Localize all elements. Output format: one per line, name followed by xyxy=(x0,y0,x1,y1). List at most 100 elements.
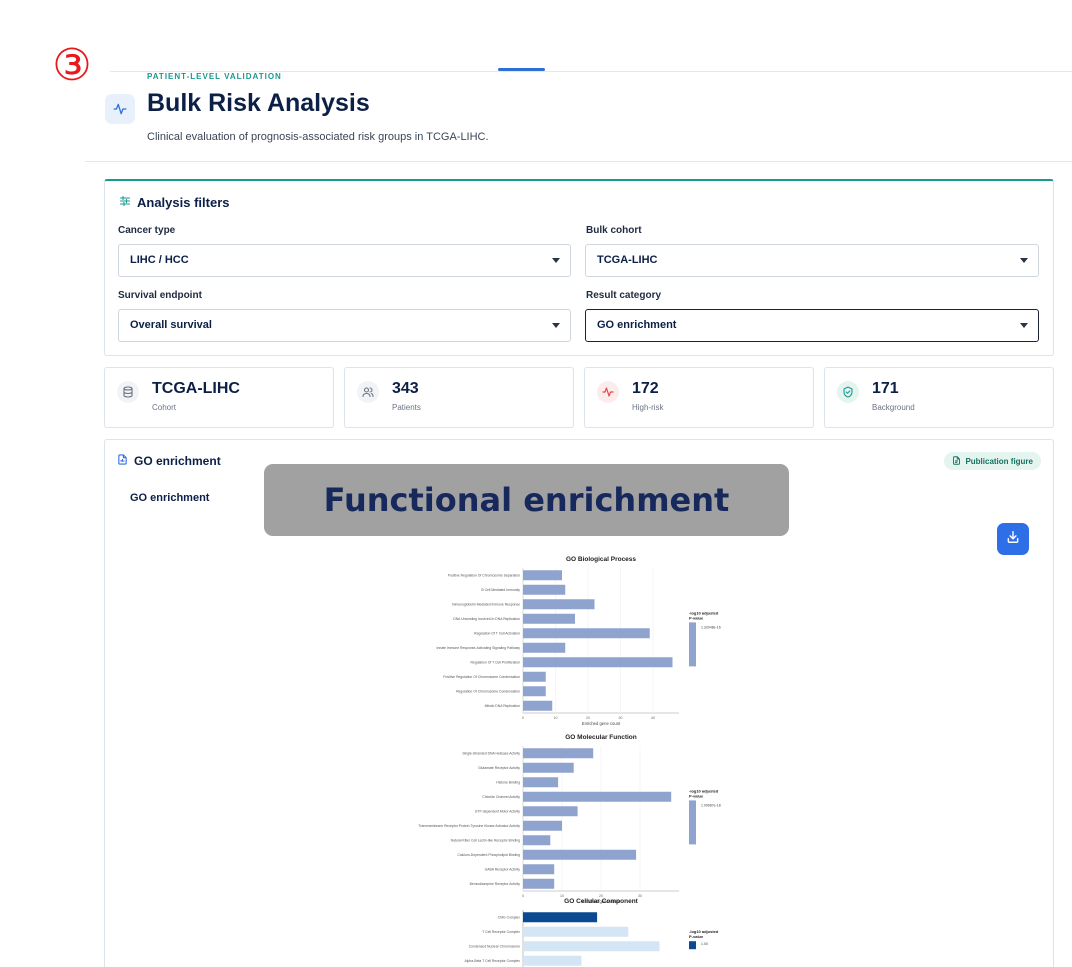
x-axis-label: Enriched gene count xyxy=(582,721,621,726)
active-tab-indicator xyxy=(498,68,545,71)
bar xyxy=(523,686,546,697)
bar xyxy=(523,878,555,889)
stat-label: Background xyxy=(872,403,915,412)
x-tick-label: 30 xyxy=(619,716,623,720)
survival-endpoint-label: Survival endpoint xyxy=(118,290,202,301)
legend-swatch xyxy=(689,941,696,950)
page-kicker: PATIENT-LEVEL VALIDATION xyxy=(147,72,282,81)
bar xyxy=(523,762,574,773)
category-label: Regulation Of T Cell Activation xyxy=(474,632,520,636)
legend-title: P-value xyxy=(689,615,704,620)
category-label: Calcium-Dependent Phospholipid Binding xyxy=(457,853,520,857)
bar xyxy=(523,657,673,668)
bar xyxy=(523,671,546,682)
bar xyxy=(523,955,582,966)
category-label: Mitotic DNA Replication xyxy=(485,704,521,708)
stat-label: High-risk xyxy=(632,403,664,412)
stat-card-patients: 343 Patients xyxy=(344,367,574,428)
category-label: Immunoglobulin Mediated Immune Response xyxy=(452,603,520,607)
filters-header: Analysis filters xyxy=(119,195,230,210)
step-marker: ③ xyxy=(52,40,92,91)
result-category-label: Result category xyxy=(586,290,662,301)
result-category-select[interactable]: GO enrichment xyxy=(585,309,1039,342)
stat-value: 172 xyxy=(632,380,659,397)
chevron-down-icon xyxy=(1020,258,1028,263)
bar xyxy=(523,820,562,831)
stat-value: 171 xyxy=(872,380,899,397)
cancer-type-select[interactable]: LIHC / HCC xyxy=(118,244,571,277)
x-tick-label: 0 xyxy=(522,894,524,898)
bar xyxy=(523,748,594,759)
chevron-down-icon xyxy=(552,323,560,328)
database-icon xyxy=(117,381,139,403)
stat-label: Patients xyxy=(392,403,421,412)
bulk-cohort-value: TCGA-LIHC xyxy=(597,254,658,266)
category-label: Transmembrane Receptor Protein Tyrosine … xyxy=(418,824,520,828)
legend-title: P-value xyxy=(689,934,704,939)
activity-icon xyxy=(597,381,619,403)
chart-title: GO Biological Process xyxy=(566,556,636,563)
page-title: Bulk Risk Analysis xyxy=(147,89,370,117)
category-label: DNA Unwinding Involved In DNA Replicatio… xyxy=(453,617,520,621)
category-label: Alpha-Beta T Cell Receptor Complex xyxy=(465,959,521,963)
bulk-cohort-label: Bulk cohort xyxy=(586,225,642,236)
stat-value: 343 xyxy=(392,380,419,397)
stat-label: Cohort xyxy=(152,403,177,412)
analysis-filters-card: Analysis filters Cancer type LIHC / HCC … xyxy=(104,179,1054,356)
legend-value: 1.00 xyxy=(701,942,708,946)
stat-value: TCGA-LIHC xyxy=(152,380,240,397)
bar xyxy=(523,835,551,846)
category-label: GTP-dependent Motor Activity xyxy=(475,810,521,814)
legend-value: 1.32048e-16 xyxy=(701,625,721,629)
filters-title: Analysis filters xyxy=(137,195,230,210)
result-category-value: GO enrichment xyxy=(597,319,677,331)
category-label: Positive Regulation Of Chromosome Separa… xyxy=(448,574,520,578)
bar xyxy=(523,941,660,952)
category-label: GABA Receptor Activity xyxy=(485,868,521,872)
category-label: Single-Stranded DNA Helicase Activity xyxy=(462,752,520,756)
category-label: B Cell Mediated Immunity xyxy=(481,588,520,592)
x-tick-label: 40 xyxy=(651,716,655,720)
x-tick-label: 30 xyxy=(638,894,642,898)
cancer-type-value: LIHC / HCC xyxy=(130,254,189,266)
bar xyxy=(523,849,637,860)
bar xyxy=(523,912,598,923)
shield-check-icon xyxy=(837,381,859,403)
stat-card-background: 171 Background xyxy=(824,367,1054,428)
legend-title: P-value xyxy=(689,793,704,798)
bar xyxy=(523,584,566,595)
sliders-icon xyxy=(119,195,131,210)
bar xyxy=(523,700,553,711)
chevron-down-icon xyxy=(1020,323,1028,328)
chart-title: GO Cellular Component xyxy=(564,898,639,905)
category-label: Positive Regulation Of Chromosome Conden… xyxy=(443,675,520,679)
stat-card-cohort: TCGA-LIHC Cohort xyxy=(104,367,334,428)
category-label: T Cell Receptor Complex xyxy=(482,930,520,934)
category-label: Innate Immune Response-Activating Signal… xyxy=(437,646,521,650)
legend-swatch xyxy=(689,800,696,845)
legend-swatch xyxy=(689,622,696,667)
bar xyxy=(523,570,562,581)
bar xyxy=(523,642,566,653)
page-subtitle: Clinical evaluation of prognosis-associa… xyxy=(147,131,489,143)
functional-enrichment-caption: Functional enrichment xyxy=(264,464,789,536)
x-tick-label: 0 xyxy=(522,716,524,720)
bulk-cohort-select[interactable]: TCGA-LIHC xyxy=(585,244,1039,277)
category-label: Benzodiazepine Receptor Activity xyxy=(470,882,521,886)
category-label: Natural Killer Cell Lectin-like Receptor… xyxy=(451,839,520,843)
bar xyxy=(523,864,555,875)
activity-icon xyxy=(105,94,135,124)
x-tick-label: 10 xyxy=(554,716,558,720)
bar xyxy=(523,599,595,610)
bar xyxy=(523,926,629,937)
bar xyxy=(523,628,650,639)
category-label: Glutamate Receptor Activity xyxy=(478,766,520,770)
bar xyxy=(523,613,575,624)
category-label: Regulation Of T Cell Proliferation xyxy=(471,661,521,665)
category-label: Chloride Channel Activity xyxy=(482,795,520,799)
legend-value: 1.09987e-18 xyxy=(701,803,721,807)
cancer-type-label: Cancer type xyxy=(118,225,176,236)
survival-endpoint-select[interactable]: Overall survival xyxy=(118,309,571,342)
chart-title: GO Molecular Function xyxy=(565,734,637,741)
survival-endpoint-value: Overall survival xyxy=(130,319,212,331)
